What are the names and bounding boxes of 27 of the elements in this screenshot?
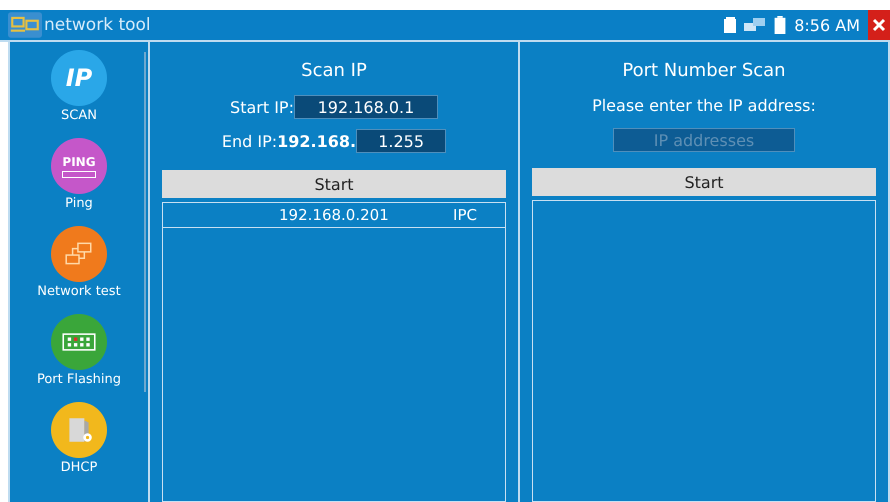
sidebar-item[interactable]: Port Flashing [36, 314, 122, 394]
close-button[interactable] [868, 10, 890, 40]
result-ip[interactable]: 192.168.0.201 [279, 206, 389, 224]
sidebar-item[interactable]: IP SCAN [51, 50, 107, 130]
battery-icon [774, 16, 786, 34]
ip-tool-icon: IP [51, 50, 107, 106]
sd-card-icon [724, 16, 736, 34]
end-ip-field[interactable]: 1.255 [356, 129, 446, 153]
clock-time: 8:56 AM [794, 16, 860, 34]
panel-title: Scan IP [301, 60, 367, 83]
start-ip-label: Start IP: [230, 98, 294, 116]
panel-title: Port Number Scan [622, 60, 786, 83]
start-button[interactable]: Start [162, 170, 506, 198]
sidebar-item[interactable]: Network test [37, 226, 121, 306]
start-button[interactable]: Start [532, 168, 876, 196]
sidebar-item[interactable]: DHCP [51, 402, 107, 482]
close-icon [872, 18, 886, 32]
network-icon [744, 17, 766, 33]
ip-address-field[interactable]: IP addresses [613, 128, 795, 152]
app-icon [8, 11, 42, 39]
prompt-text: Please enter the IP address: [592, 96, 816, 117]
result-type[interactable]: IPC [453, 206, 477, 224]
end-ip-label: End IP:192.168. [222, 132, 356, 150]
ping-tool-icon: PING [51, 138, 107, 194]
sidebar-item[interactable]: PING Ping [51, 138, 107, 218]
start-ip-field[interactable]: 192.168.0.1 [294, 95, 438, 119]
window-title: network tool [44, 15, 151, 35]
